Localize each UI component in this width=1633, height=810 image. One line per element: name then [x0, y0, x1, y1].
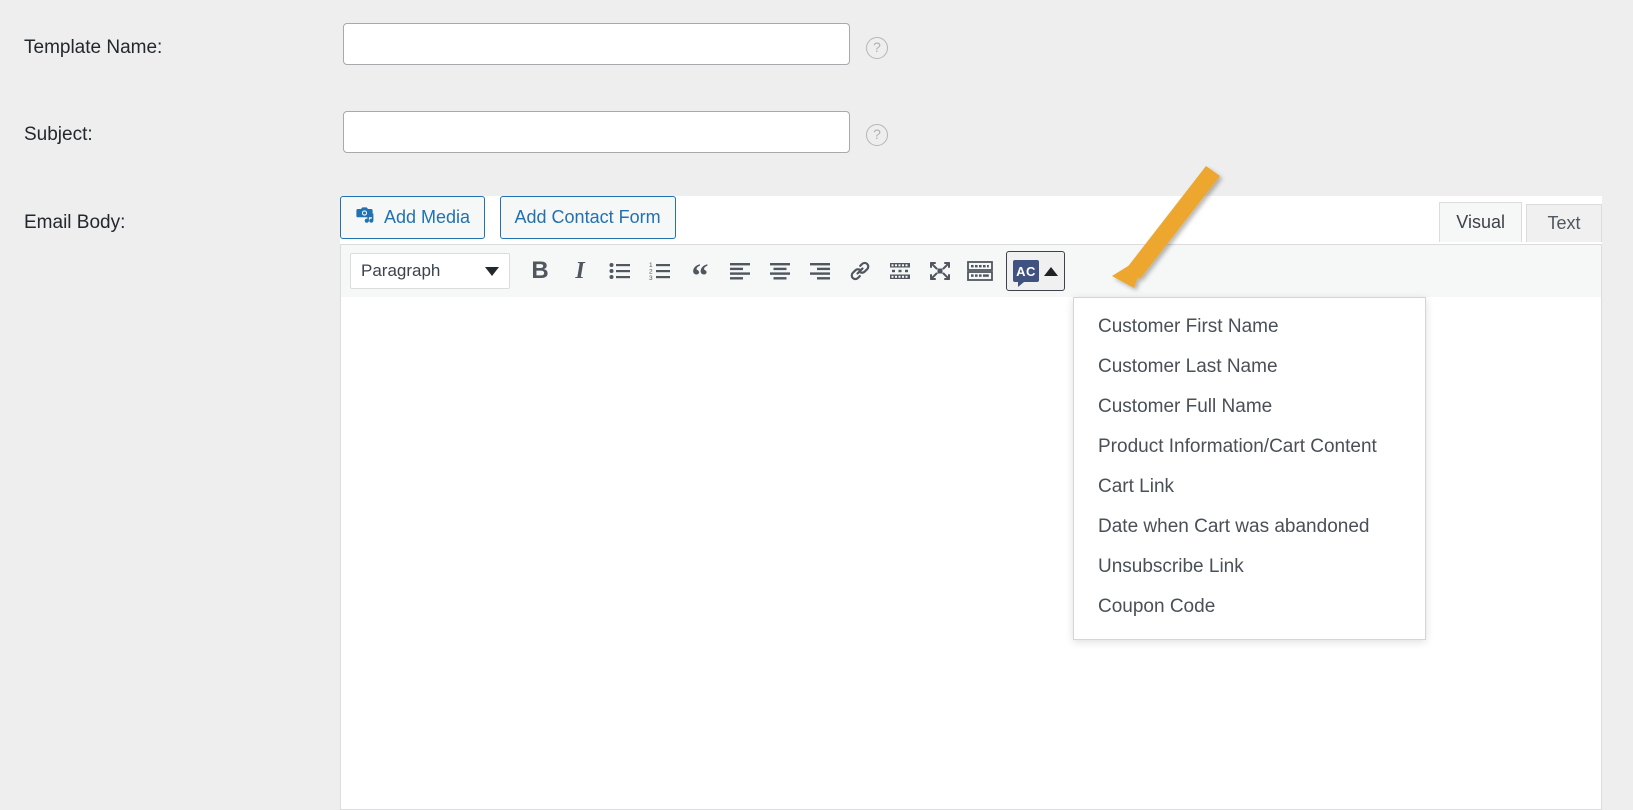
add-contact-form-button[interactable]: Add Contact Form [499, 196, 676, 239]
page-root: Template Name: ? Subject: ? Email Body: [0, 0, 1633, 810]
tab-visual[interactable]: Visual [1439, 202, 1522, 242]
align-right-icon [809, 262, 831, 280]
tab-text[interactable]: Text [1526, 204, 1602, 242]
format-select-value: Paragraph [361, 261, 441, 280]
chevron-down-icon [485, 266, 499, 276]
bold-button[interactable]: B [520, 252, 560, 290]
read-more-icon [889, 262, 911, 280]
align-left-button[interactable] [720, 252, 760, 290]
template-name-help-icon[interactable]: ? [866, 37, 888, 59]
ac-shortcodes-menu: Customer First Name Customer Last Name C… [1073, 297, 1426, 640]
subject-help-icon[interactable]: ? [866, 124, 888, 146]
menu-item-customer-first-name[interactable]: Customer First Name [1074, 307, 1425, 347]
italic-icon: I [575, 258, 585, 284]
menu-item-customer-full-name[interactable]: Customer Full Name [1074, 387, 1425, 427]
align-right-button[interactable] [800, 252, 840, 290]
fullscreen-icon [929, 261, 951, 281]
template-name-label: Template Name: [24, 37, 163, 58]
camera-music-icon [355, 206, 376, 230]
italic-button[interactable]: I [560, 252, 600, 290]
menu-item-product-information-cart-content[interactable]: Product Information/Cart Content [1074, 427, 1425, 467]
editor-mode-tabs: Visual Text [1439, 198, 1602, 242]
email-body-label: Email Body: [24, 212, 126, 233]
quote-icon: “ [691, 257, 709, 295]
align-center-button[interactable] [760, 252, 800, 290]
toolbar-toggle-button[interactable] [960, 252, 1000, 290]
chevron-up-icon [1044, 266, 1058, 276]
numbered-list-icon: 1 2 3 [649, 262, 671, 280]
svg-text:3: 3 [649, 275, 653, 280]
blockquote-button[interactable]: “ [680, 252, 720, 295]
add-media-button[interactable]: Add Media [340, 196, 486, 239]
bold-icon: B [531, 257, 549, 284]
format-select[interactable]: Paragraph [350, 253, 510, 289]
menu-item-date-when-cart-was-abandoned[interactable]: Date when Cart was abandoned [1074, 507, 1425, 547]
read-more-button[interactable] [880, 252, 920, 290]
ac-shortcodes-button[interactable]: AC [1006, 251, 1065, 291]
fullscreen-button[interactable] [920, 252, 960, 290]
ac-speech-bubble-icon: AC [1013, 260, 1039, 287]
menu-item-customer-last-name[interactable]: Customer Last Name [1074, 347, 1425, 387]
bulleted-list-button[interactable] [600, 252, 640, 290]
menu-item-unsubscribe-link[interactable]: Unsubscribe Link [1074, 547, 1425, 587]
template-name-input[interactable] [343, 23, 850, 65]
menu-item-cart-link[interactable]: Cart Link [1074, 467, 1425, 507]
media-buttons-bar: Add Media Add Contact Form [340, 196, 676, 244]
link-icon [849, 260, 871, 282]
bulleted-list-icon [609, 262, 631, 280]
editor-toolbar: Paragraph B I 1 2 3 “ AC [340, 244, 1602, 298]
insert-link-button[interactable] [840, 252, 880, 290]
add-media-label: Add Media [384, 207, 471, 227]
align-left-icon [729, 262, 751, 280]
subject-label: Subject: [24, 124, 93, 145]
add-contact-form-label: Add Contact Form [514, 207, 661, 227]
menu-item-coupon-code[interactable]: Coupon Code [1074, 587, 1425, 627]
numbered-list-button[interactable]: 1 2 3 [640, 252, 680, 290]
subject-input[interactable] [343, 111, 850, 153]
toolbar-toggle-icon [967, 261, 993, 281]
align-center-icon [769, 262, 791, 280]
